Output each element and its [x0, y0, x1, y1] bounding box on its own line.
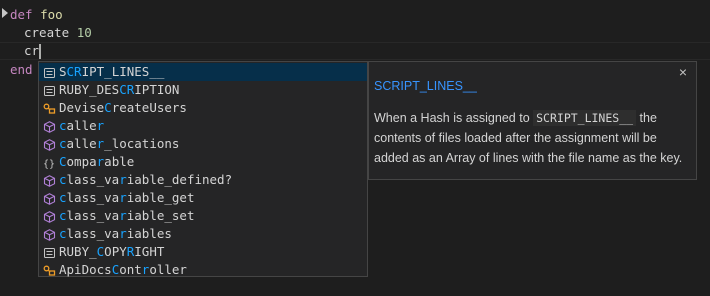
suggestion-label: class_variable_get — [59, 189, 194, 207]
match-highlight: r — [119, 190, 127, 205]
suggestion-label: class_variable_set — [59, 207, 194, 225]
suggestion-label: RUBY_COPYRIGHT — [59, 243, 164, 261]
match-highlight: C — [104, 100, 112, 115]
suggestion-item[interactable]: class_variable_defined? — [39, 171, 367, 189]
label-text: IGHT — [134, 244, 165, 259]
function-name: foo — [40, 7, 63, 22]
match-highlight: CR — [119, 82, 135, 97]
suggestion-label: caller — [59, 117, 104, 135]
close-icon[interactable]: × — [679, 64, 687, 80]
suggestion-label: class_variable_defined? — [59, 171, 232, 189]
label-text: S — [59, 64, 67, 79]
label-text: alle — [66, 136, 97, 151]
method-call: create — [24, 25, 70, 40]
label-text: IPTION — [134, 82, 180, 97]
label-text: RUBY_ — [59, 244, 97, 259]
current-line-highlight — [0, 42, 710, 60]
suggestion-item[interactable]: class_variable_get — [39, 189, 367, 207]
svg-text:{}: {} — [43, 159, 55, 169]
label-text: ApiDocs — [59, 262, 112, 277]
doc-text: When a Hash is assigned to — [374, 111, 534, 125]
suggestion-item[interactable]: class_variables — [39, 225, 367, 243]
label-text: iable_set — [126, 208, 195, 223]
label-text: lass_va — [66, 190, 120, 205]
class-icon — [43, 264, 56, 276]
label-text: lass_va — [66, 226, 120, 241]
details-title: SCRIPT_LINES__ — [374, 79, 477, 93]
suggestion-label: Comparable — [59, 153, 134, 171]
suggestion-list[interactable]: SCRIPT_LINES__ RUBY_DESCRIPTION DeviseCrea… — [38, 61, 368, 277]
suggestion-label: ApiDocsController — [59, 261, 187, 279]
code-line-1[interactable]: def foo — [10, 6, 63, 24]
label-text: _locations — [104, 136, 180, 151]
match-highlight: r — [119, 208, 127, 223]
suggestion-item[interactable]: RUBY_COPYRIGHT — [39, 243, 367, 261]
constant-icon — [43, 84, 56, 96]
label-text: oller — [149, 262, 187, 277]
label-text: ont — [119, 262, 142, 277]
match-highlight: c — [59, 172, 67, 187]
code-line-3[interactable]: cr — [24, 42, 39, 60]
match-highlight: r — [119, 172, 127, 187]
label-text: Devise — [59, 100, 105, 115]
label-text: iables — [126, 226, 172, 241]
label-text: able — [104, 154, 135, 169]
match-highlight: c — [59, 118, 67, 133]
suggestion-item[interactable]: RUBY_DESCRIPTION — [39, 81, 367, 99]
label-text: lass_va — [66, 172, 120, 187]
method-icon — [43, 192, 56, 205]
suggestion-item[interactable]: DeviseCreateUsers — [39, 99, 367, 117]
label-text: OPY — [104, 244, 127, 259]
label-text: ompa — [66, 154, 97, 169]
match-highlight: c — [59, 208, 67, 223]
module-icon: {} — [43, 156, 56, 170]
label-text: IPT_LINES__ — [81, 64, 165, 79]
match-highlight: c — [59, 226, 67, 241]
match-highlight: C — [59, 154, 67, 169]
suggestion-label: class_variables — [59, 225, 172, 243]
suggestion-item[interactable]: caller — [39, 117, 367, 135]
method-icon — [43, 228, 56, 241]
suggestion-label: DeviseCreateUsers — [59, 99, 187, 117]
suggestion-label: SCRIPT_LINES__ — [59, 63, 164, 81]
suggestion-label: caller_locations — [59, 135, 179, 153]
constant-icon — [43, 66, 56, 78]
method-icon — [43, 174, 56, 187]
method-icon — [43, 210, 56, 223]
label-text: RUBY_DES — [59, 82, 120, 97]
class-icon — [43, 102, 56, 114]
code-line-2[interactable]: create 10 — [24, 24, 92, 42]
label-text: alle — [66, 118, 97, 133]
code-line-4[interactable]: end — [10, 61, 33, 79]
suggestion-details: × SCRIPT_LINES__ When a Hash is assigned… — [368, 61, 697, 180]
suggestion-label: RUBY_DESCRIPTION — [59, 81, 179, 99]
match-highlight: c — [59, 190, 67, 205]
match-highlight: CR — [66, 64, 82, 79]
keyword-end: end — [10, 62, 33, 77]
doc-code: SCRIPT_LINES__ — [533, 110, 637, 126]
fold-chevron-icon[interactable] — [2, 8, 8, 20]
keyword-def: def — [10, 7, 33, 22]
method-icon — [43, 120, 56, 133]
suggestion-item[interactable]: class_variable_set — [39, 207, 367, 225]
details-documentation: When a Hash is assigned to SCRIPT_LINES_… — [374, 108, 694, 168]
match-highlight: c — [59, 136, 67, 151]
label-text: iable_get — [126, 190, 195, 205]
suggestion-item[interactable]: {} Comparable — [39, 153, 367, 171]
number-literal: 10 — [76, 25, 92, 40]
suggestion-item[interactable]: SCRIPT_LINES__ — [39, 63, 367, 81]
suggestion-item[interactable]: ApiDocsController — [39, 261, 367, 279]
typed-text: cr — [24, 43, 40, 58]
suggestion-item[interactable]: caller_locations — [39, 135, 367, 153]
match-highlight: r — [119, 226, 127, 241]
match-highlight: r — [96, 118, 105, 133]
method-icon — [43, 138, 56, 151]
label-text: lass_va — [66, 208, 120, 223]
constant-icon — [43, 246, 56, 258]
text-cursor — [39, 44, 41, 59]
label-text: iable_defined? — [126, 172, 233, 187]
label-text: reateUsers — [111, 100, 187, 115]
